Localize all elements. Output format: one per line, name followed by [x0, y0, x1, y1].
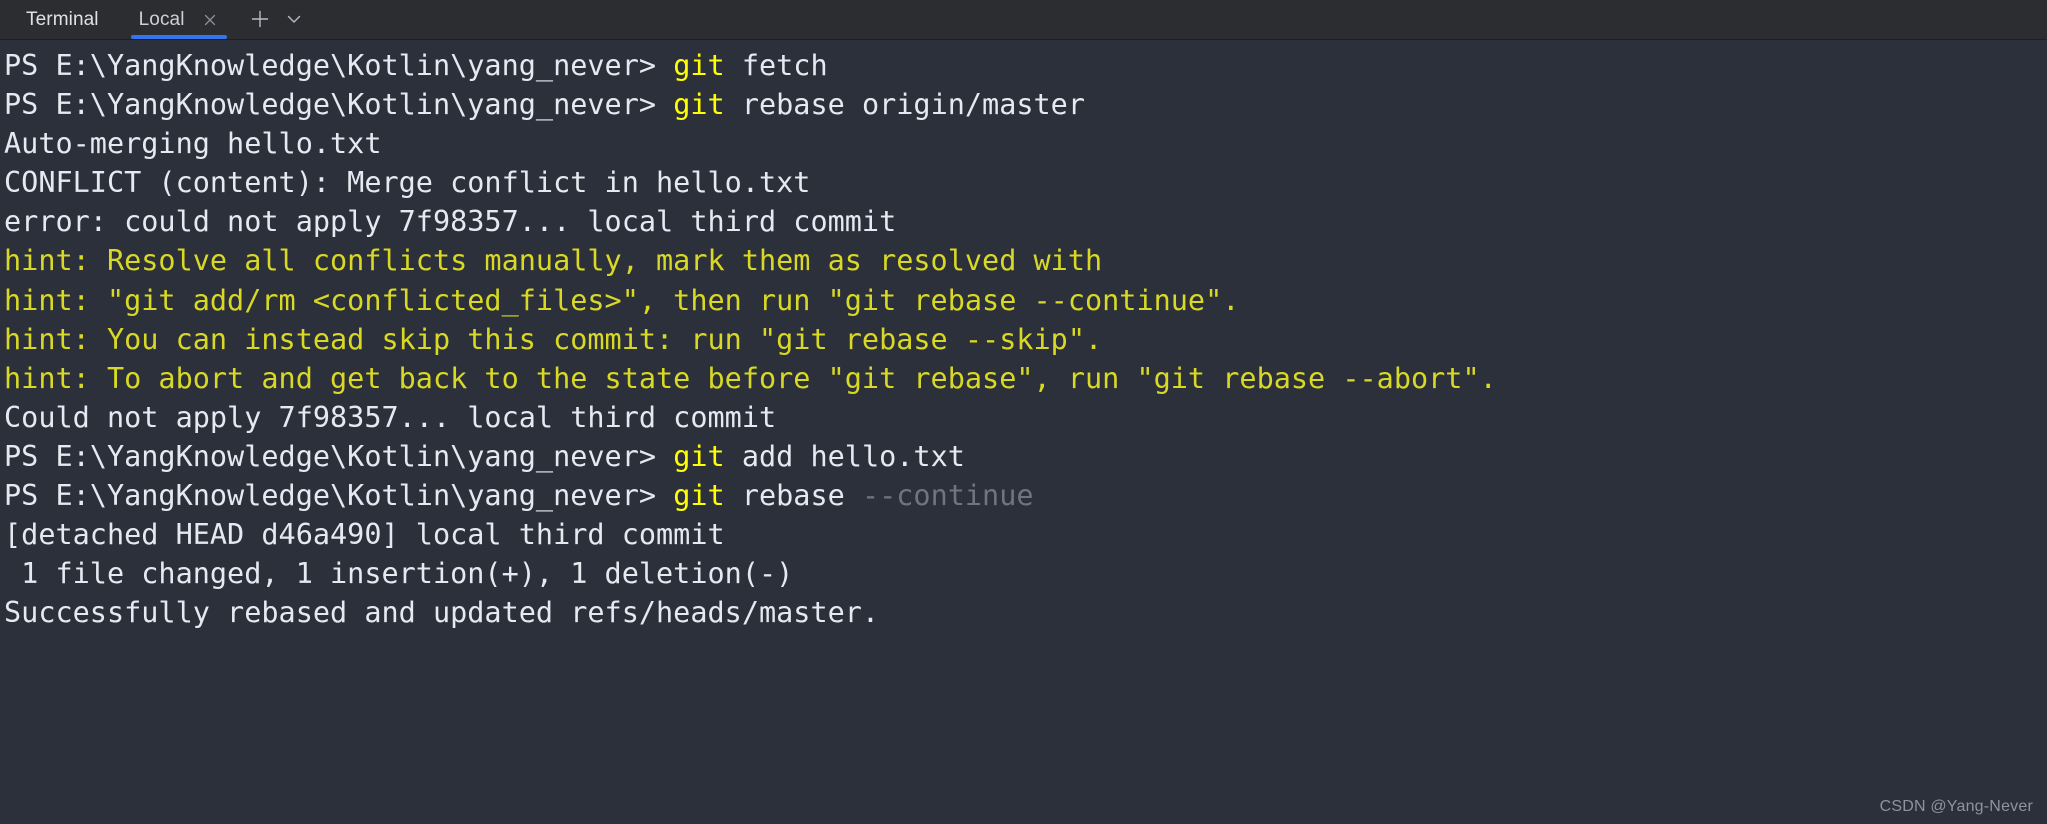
terminal-command-line: PS E:\YangKnowledge\Kotlin\yang_never> g… [4, 476, 2047, 515]
terminal-output-text: CONFLICT (content): Merge conflict in he… [4, 166, 811, 200]
terminal-command-args: add hello.txt [724, 439, 965, 473]
terminal-hint-line: hint: "git add/rm <conflicted_files>", t… [4, 281, 2047, 320]
terminal-hint-line: hint: You can instead skip this commit: … [4, 320, 2047, 359]
terminal-output-text: Auto-merging hello.txt [4, 127, 382, 161]
terminal-output-line: Could not apply 7f98357... local third c… [4, 398, 2047, 437]
terminal-prompt: PS E:\YangKnowledge\Kotlin\yang_never> [4, 439, 674, 473]
terminal-prompt: PS E:\YangKnowledge\Kotlin\yang_never> [4, 88, 674, 122]
terminal-command-keyword: git [673, 88, 725, 122]
tab-local[interactable]: Local [117, 0, 233, 39]
terminal-command-args: rebase origin/master [724, 88, 1085, 122]
terminal-hint-text: hint: Resolve all conflicts manually, ma… [4, 244, 1103, 278]
terminal-prompt: PS E:\YangKnowledge\Kotlin\yang_never> [4, 49, 674, 82]
terminal-output-line: 1 file changed, 1 insertion(+), 1 deleti… [4, 554, 2047, 593]
tab-local-label: Local [138, 8, 185, 30]
terminal-command-line: PS E:\YangKnowledge\Kotlin\yang_never> g… [4, 437, 2047, 476]
terminal-command-keyword: git [673, 439, 725, 473]
terminal-output-text: error: could not apply 7f98357... local … [4, 205, 897, 239]
terminal-command-line: PS E:\YangKnowledge\Kotlin\yang_never> g… [4, 46, 2047, 85]
terminal-tab-bar: Terminal Local [0, 0, 2047, 40]
terminal-hint-text: hint: To abort and get back to the state… [4, 361, 1497, 395]
terminal-output-line: Auto-merging hello.txt [4, 124, 2047, 163]
terminal-hint-text: hint: You can instead skip this commit: … [4, 322, 1103, 356]
terminal-line-list: PS E:\YangKnowledge\Kotlin\yang_never> g… [4, 46, 2047, 632]
terminal-command-keyword: git [673, 479, 725, 513]
csdn-watermark: CSDN @Yang-Never [1879, 798, 2033, 815]
terminal-command-args: fetch [724, 49, 828, 82]
terminal-output-text: Could not apply 7f98357... local third c… [4, 400, 777, 434]
terminal-output-line: [detached HEAD d46a490] local third comm… [4, 515, 2047, 554]
terminal-output-line: error: could not apply 7f98357... local … [4, 202, 2047, 241]
terminal-tool-window-title: Terminal [26, 8, 99, 30]
terminal-output-line: Successfully rebased and updated refs/he… [4, 593, 2047, 632]
terminal-output-text: Successfully rebased and updated refs/he… [4, 596, 880, 630]
chevron-down-icon[interactable] [277, 0, 311, 39]
terminal-output-text: [detached HEAD d46a490] local third comm… [4, 518, 725, 552]
terminal-command-line: PS E:\YangKnowledge\Kotlin\yang_never> g… [4, 85, 2047, 124]
terminal-output-text: 1 file changed, 1 insertion(+), 1 deleti… [4, 557, 794, 591]
terminal-command-keyword: git [673, 49, 725, 82]
plus-icon[interactable] [243, 0, 277, 39]
terminal-prompt: PS E:\YangKnowledge\Kotlin\yang_never> [4, 479, 674, 513]
close-icon[interactable] [201, 11, 219, 29]
terminal-hint-text: hint: "git add/rm <conflicted_files>", t… [4, 283, 1240, 317]
tab-active-indicator [130, 35, 227, 39]
terminal-hint-line: hint: Resolve all conflicts manually, ma… [4, 241, 2047, 280]
terminal-autocomplete-suggestion[interactable]: --continue [862, 479, 1034, 512]
terminal-output-area[interactable]: PS E:\YangKnowledge\Kotlin\yang_never> g… [0, 40, 2047, 824]
terminal-command-args: rebase [724, 479, 862, 513]
terminal-output-line: CONFLICT (content): Merge conflict in he… [4, 163, 2047, 202]
terminal-hint-line: hint: To abort and get back to the state… [4, 359, 2047, 398]
